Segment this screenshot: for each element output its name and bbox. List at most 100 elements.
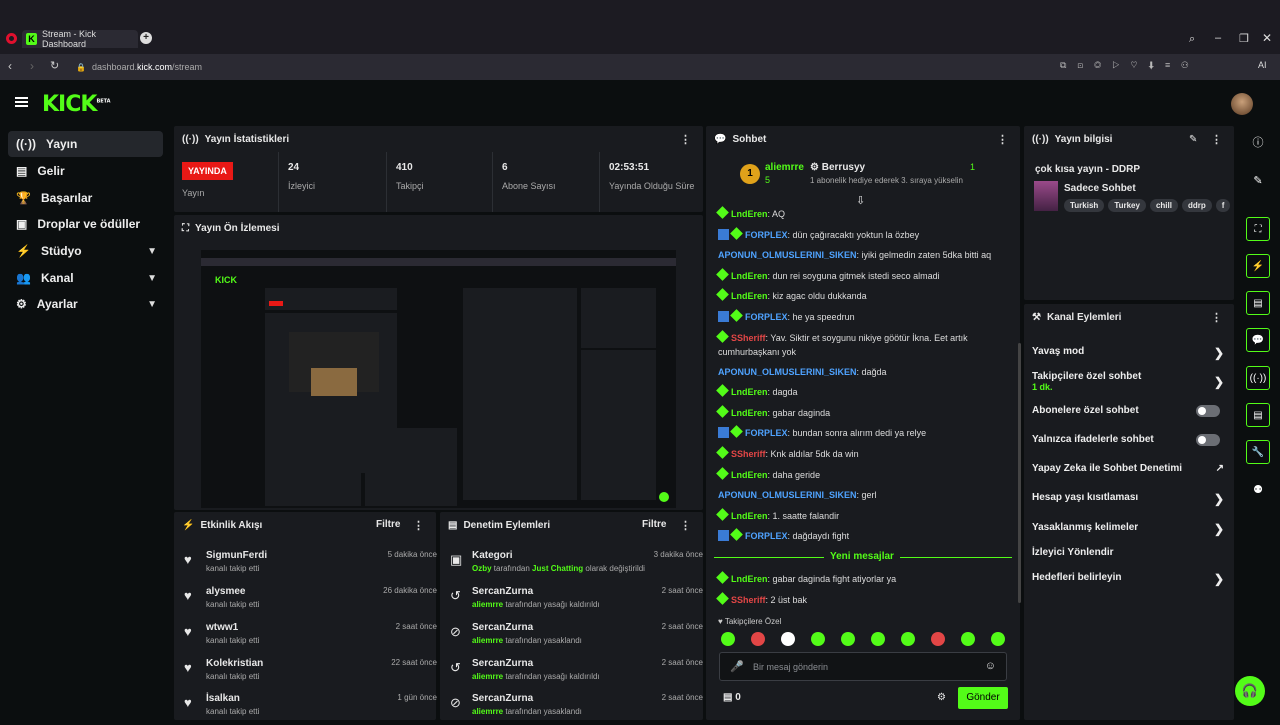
slow-mode-action[interactable]: Yavaş mod ❯ xyxy=(1032,346,1230,360)
info-icon[interactable]: ⓘ xyxy=(1246,130,1270,154)
emotes-only-toggle[interactable] xyxy=(1196,434,1220,446)
chat-username[interactable]: FORPLEX xyxy=(745,312,788,322)
tag[interactable]: ddrp xyxy=(1181,199,1212,212)
browser-tab[interactable]: K Stream - Kick Dashboard xyxy=(22,29,138,49)
ai-moderation-action[interactable]: Yapay Zeka ile Sohbet Denetimi ↗ xyxy=(1032,463,1230,474)
extension-icons[interactable]: ⧉⊡◎▷♡⬇≡⚇ xyxy=(1060,60,1199,71)
bolt-toggle-icon[interactable]: ⚡ xyxy=(1246,254,1270,278)
chat-message[interactable]: FORPLEX: dağdaydı fight xyxy=(718,528,1013,543)
preview-toggle-icon[interactable]: ⛶ xyxy=(1246,217,1270,241)
emote-3-icon[interactable] xyxy=(781,632,795,646)
emote-5-icon[interactable] xyxy=(841,632,855,646)
list-item[interactable]: ↺ SercanZurna aliemrre tarafından yasağı k… xyxy=(448,584,703,618)
chat-username[interactable]: LndEren xyxy=(731,271,768,281)
sidebar-item-studyo[interactable]: ⚡ Stüdyo ▼ xyxy=(8,238,163,264)
moderation-toggle-icon[interactable]: ▤ xyxy=(1246,403,1270,427)
sidebar-item-gelir[interactable]: ▤ Gelir xyxy=(8,158,163,184)
back-icon[interactable]: ‹ xyxy=(8,59,12,73)
chat-message[interactable]: LndEren: AQ xyxy=(716,206,1013,221)
hamburger-menu-icon[interactable] xyxy=(15,97,28,107)
chat-message[interactable]: SSheriff: 2 üst bak xyxy=(716,591,1013,607)
account-age-action[interactable]: Hesap yaşı kısıtlaması ❯ xyxy=(1032,492,1230,506)
points-display[interactable]: ▤ 0 xyxy=(723,692,741,703)
chat-input[interactable]: 🎤 Bir mesaj gönderin ☺ xyxy=(719,652,1007,681)
chat-message[interactable]: LndEren: kiz agac oldu dukkanda xyxy=(716,288,1013,303)
moderation-menu-icon[interactable]: ⋮ xyxy=(680,519,691,532)
tag[interactable]: f xyxy=(1215,199,1231,212)
activity-filter-button[interactable]: Filtre xyxy=(376,519,400,530)
reload-icon[interactable]: ↻ xyxy=(50,59,59,72)
chat-message[interactable]: APONUN_OLMUSLERINI_SIKEN: dağda xyxy=(718,365,1013,379)
sidebar-item-droplar[interactable]: ▣ Droplar ve ödüller xyxy=(8,211,163,237)
send-button[interactable]: Gönder xyxy=(958,687,1008,709)
stream-preview-video[interactable]: KICK xyxy=(201,250,676,508)
search-icon[interactable]: ⌕ xyxy=(1189,33,1195,46)
subscribers-only-toggle[interactable] xyxy=(1196,405,1220,417)
list-item[interactable]: ♥ SigmunFerdi kanalı takip etti 5 dakika ön… xyxy=(182,548,437,582)
chat-username[interactable]: LndEren xyxy=(731,511,768,521)
chat-menu-icon[interactable]: ⋮ xyxy=(997,133,1008,146)
emote-6-icon[interactable] xyxy=(871,632,885,646)
forward-icon[interactable]: › xyxy=(30,59,34,73)
emotes-only-action[interactable]: Yalnızca ifadelerle sohbet xyxy=(1032,434,1230,446)
chat-username[interactable]: LndEren xyxy=(731,408,768,418)
emote-7-icon[interactable] xyxy=(901,632,915,646)
stats-menu-icon[interactable]: ⋮ xyxy=(680,133,691,146)
moderation-filter-button[interactable]: Filtre xyxy=(642,519,666,530)
chat-username[interactable]: FORPLEX xyxy=(745,531,788,541)
emoji-icon[interactable]: ☺ xyxy=(985,660,996,672)
support-chat-icon[interactable]: 🎧 xyxy=(1235,676,1265,706)
list-item[interactable]: ⊘ SercanZurna aliemrre tarafından yasaklan… xyxy=(448,620,703,654)
sidebar-item-basarilar[interactable]: 🏆 Başarılar xyxy=(8,185,163,211)
set-goals-action[interactable]: Hedefleri belirleyin ❯ xyxy=(1032,572,1230,586)
broadcast-toggle-icon[interactable]: ((·)) xyxy=(1246,366,1270,390)
tag[interactable]: Turkey xyxy=(1108,199,1146,212)
emote-4-icon[interactable] xyxy=(811,632,825,646)
chat-username[interactable]: LndEren xyxy=(731,291,768,301)
channel-actions-menu-icon[interactable]: ⋮ xyxy=(1211,311,1222,324)
chat-username[interactable]: FORPLEX xyxy=(745,428,788,438)
document-toggle-icon[interactable]: ▤ xyxy=(1246,291,1270,315)
chat-scrollbar[interactable] xyxy=(1018,343,1021,603)
list-item[interactable]: ↺ SercanZurna aliemrre tarafından yasağı k… xyxy=(448,656,703,690)
chat-username[interactable]: LndEren xyxy=(731,387,768,397)
activity-menu-icon[interactable]: ⋮ xyxy=(413,519,424,532)
emote-8-icon[interactable] xyxy=(931,632,945,646)
minimize-button[interactable]: – xyxy=(1215,32,1221,44)
emote-1-icon[interactable] xyxy=(721,632,735,646)
chat-message[interactable]: SSheriff: Yav. Siktir et soygunu nikiye … xyxy=(716,329,1013,359)
url-field[interactable]: 🔒 dashboard.kick.com/stream xyxy=(76,59,1226,75)
chat-username[interactable]: SSheriff xyxy=(731,333,766,343)
list-item[interactable]: ♥ alysmee kanalı takip etti 26 dakika önce xyxy=(182,584,437,618)
chat-username[interactable]: LndEren xyxy=(731,209,768,219)
user-avatar[interactable] xyxy=(1231,93,1253,115)
chat-message[interactable]: FORPLEX: bundan sonra alırım dedi ya rel… xyxy=(718,425,1013,440)
sidebar-item-ayarlar[interactable]: ⚙ Ayarlar ▼ xyxy=(8,291,163,317)
category-name[interactable]: Sadece Sohbet xyxy=(1064,183,1136,194)
chat-message[interactable]: LndEren: daha geride xyxy=(716,466,1013,482)
list-item[interactable]: ♥ wtww1 kanalı takip etti 2 saat önce xyxy=(182,620,437,654)
ai-button[interactable]: AI xyxy=(1258,60,1267,70)
edit-pencil-icon[interactable]: ✎ xyxy=(1189,134,1197,145)
chat-message[interactable]: LndEren: gabar daginda fight atiyorlar y… xyxy=(716,571,1013,586)
add-widget-icon[interactable]: ⚉ xyxy=(1246,477,1270,501)
chat-message[interactable]: FORPLEX: he ya speedrun xyxy=(718,309,1013,324)
stream-info-menu-icon[interactable]: ⋮ xyxy=(1211,133,1222,146)
chat-message[interactable]: LndEren: 1. saatte falandir xyxy=(716,507,1013,523)
tag[interactable]: Turkish xyxy=(1064,199,1105,212)
list-item[interactable]: ♥ Kolekristian kanalı takip etti 22 saat ön… xyxy=(182,656,437,690)
pinned-gift-leaderboard[interactable]: 1 aliemrre 5 ⚙ Berrusyy 1 1 abonelik hed… xyxy=(740,160,990,190)
emote-10-icon[interactable] xyxy=(991,632,1005,646)
mic-icon[interactable]: 🎤 xyxy=(730,660,744,673)
kick-logo[interactable]: KICKBETA xyxy=(42,92,111,117)
new-messages-divider[interactable]: Yeni mesajlar xyxy=(714,551,1012,563)
chat-username[interactable]: APONUN_OLMUSLERINI_SIKEN xyxy=(718,490,857,500)
chat-username[interactable]: SSheriff xyxy=(731,595,766,605)
sidebar-item-yayin[interactable]: ((·)) Yayın xyxy=(8,131,163,157)
chat-message[interactable]: LndEren: dun rei soyguna gitmek istedi s… xyxy=(716,267,1013,283)
banned-words-action[interactable]: Yasaklanmış kelimeler ❯ xyxy=(1032,522,1230,536)
restore-button[interactable]: ❐ xyxy=(1239,32,1249,45)
chat-toggle-icon[interactable]: 💬 xyxy=(1246,328,1270,352)
close-window-button[interactable]: ✕ xyxy=(1262,31,1272,45)
tools-toggle-icon[interactable]: 🔧 xyxy=(1246,440,1270,464)
